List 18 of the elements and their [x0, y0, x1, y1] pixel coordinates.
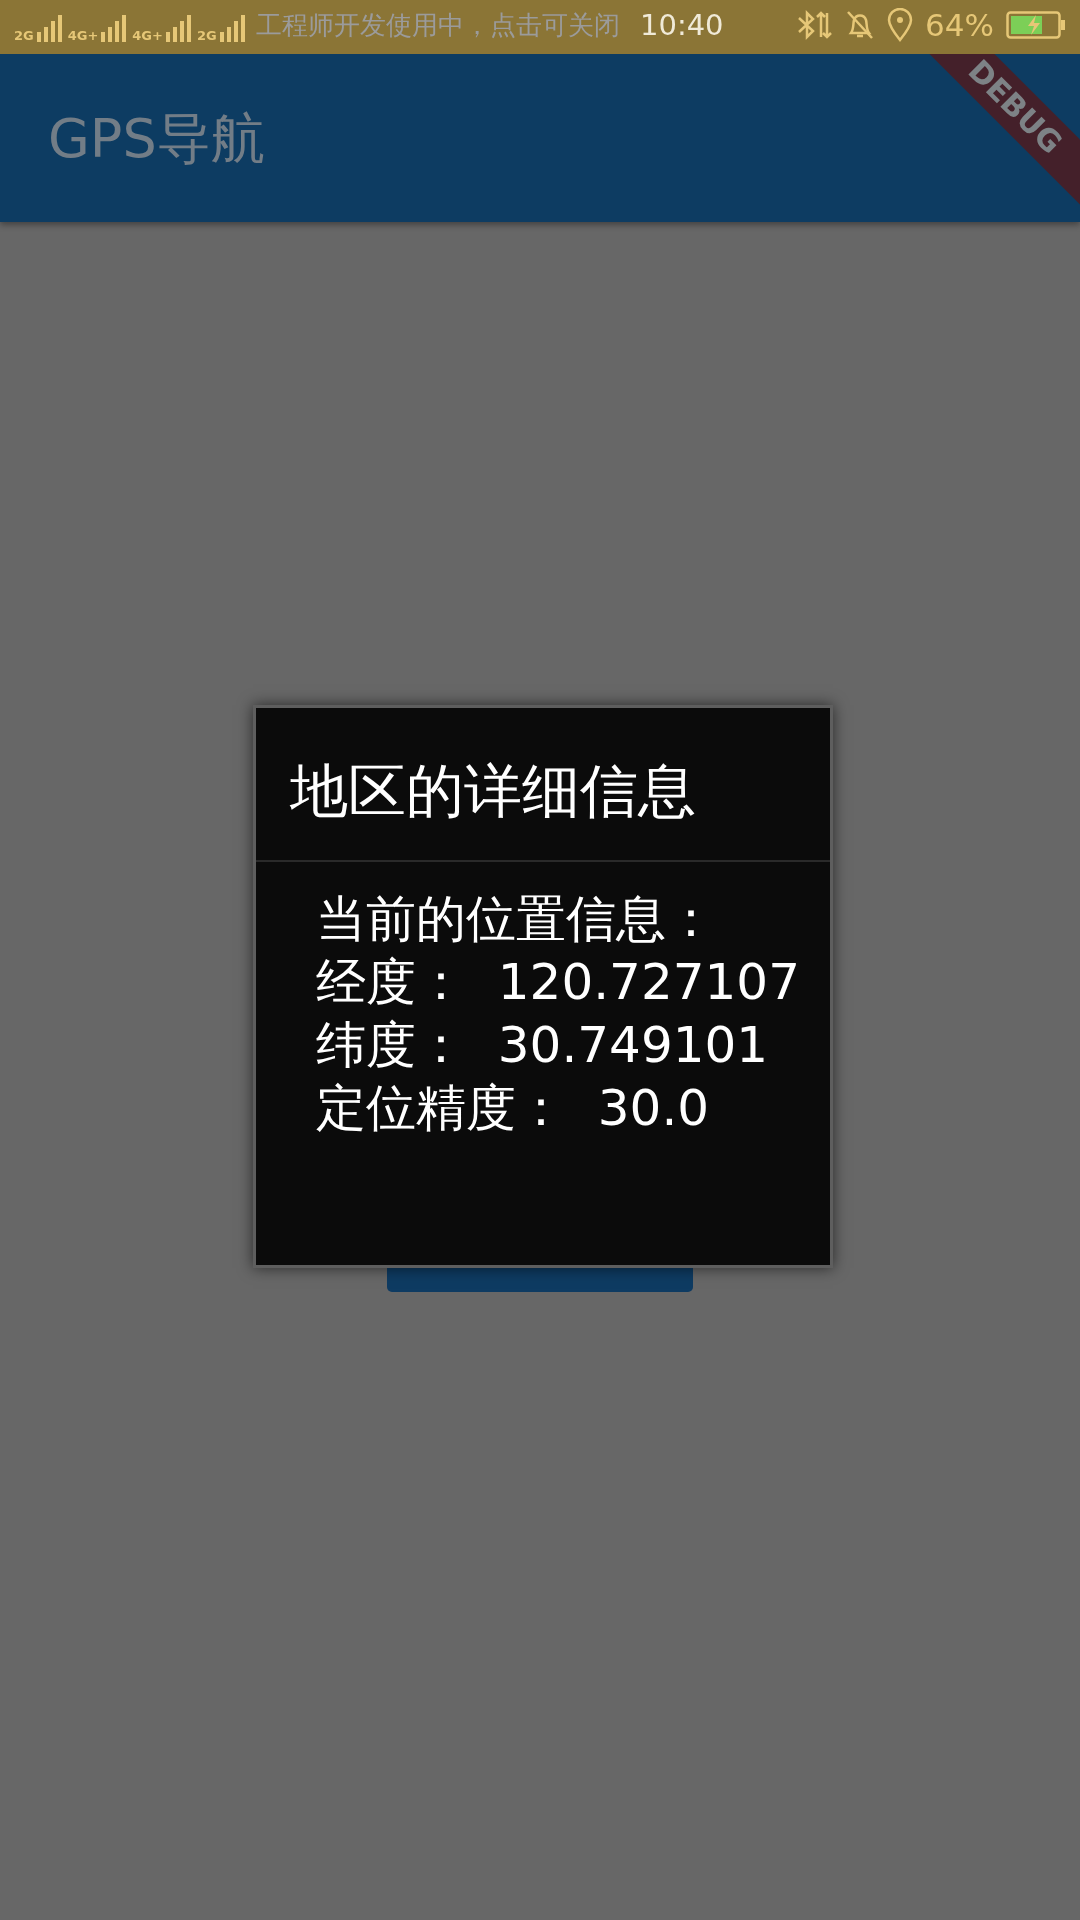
signal-icon: [164, 14, 191, 42]
clock-time: 10:40: [640, 10, 724, 42]
dialog-title: 地区的详细信息: [289, 756, 697, 827]
signal-icon: [35, 14, 62, 42]
info-line: 纬度： 30.749101: [316, 1015, 770, 1076]
network-label: 2G: [14, 29, 34, 42]
network-label: 4G+: [67, 29, 99, 42]
location-pin-icon: [887, 8, 914, 43]
info-line: 经度： 120.727107: [316, 952, 801, 1013]
info-line: 定位精度： 30.0: [316, 1078, 711, 1139]
signal-icon: [218, 14, 245, 42]
battery-percent: 64%: [925, 8, 994, 43]
network-label: 2G: [196, 29, 217, 42]
app-title: GPS导航: [48, 105, 265, 172]
signal-icon: [100, 14, 127, 42]
info-line: 当前的位置信息：: [316, 889, 717, 950]
notification-text[interactable]: 工程师开发使用中，点击可关闭: [256, 11, 620, 40]
network-label: 4G+: [132, 29, 163, 42]
